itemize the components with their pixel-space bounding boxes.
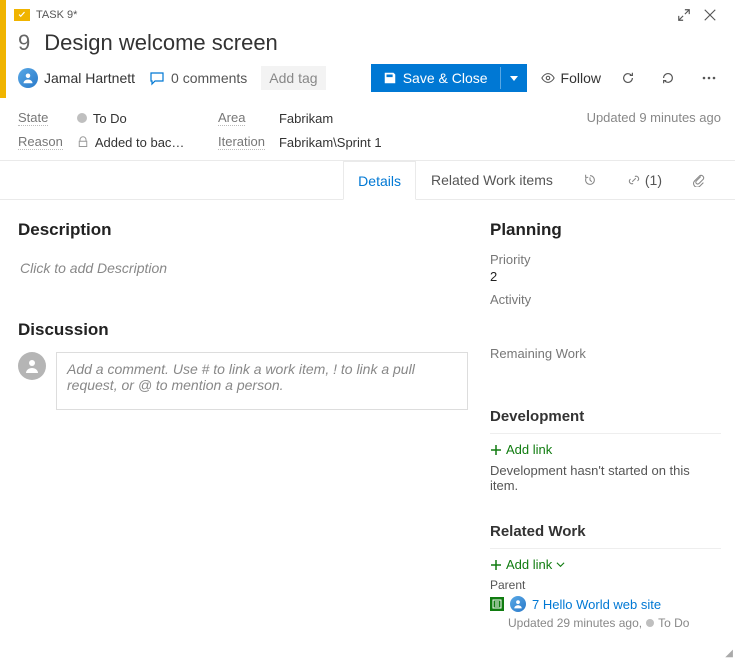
discussion-avatar-icon [18,352,46,380]
iteration-picker[interactable]: Fabrikam\Sprint 1 [279,135,448,150]
divider [490,548,721,549]
priority-label: Priority [490,252,721,267]
assignee-name: Jamal Hartnett [44,70,135,86]
state-picker[interactable]: To Do [77,111,218,126]
state-label: State [18,110,48,126]
chevron-down-icon [509,73,519,83]
link-icon [627,173,641,187]
close-button[interactable] [697,4,723,26]
task-type-label: TASK 9* [36,9,77,21]
comments-count[interactable]: 0 comments [149,70,247,86]
state-dot-icon [646,619,654,627]
expand-button[interactable] [671,4,697,26]
ellipsis-icon [701,70,717,86]
remaining-label: Remaining Work [490,346,721,361]
workitem-title[interactable]: Design welcome screen [44,30,278,56]
add-tag-button[interactable]: Add tag [261,66,325,90]
undo-icon [661,71,675,85]
plus-icon [490,559,502,571]
plus-icon [490,444,502,456]
tab-related[interactable]: Related Work items [416,161,568,199]
tab-attachments[interactable] [677,161,721,199]
remaining-field[interactable] [490,363,721,378]
priority-field[interactable]: 2 [490,269,721,284]
expand-icon [677,8,691,22]
save-close-button[interactable]: Save & Close [371,64,527,92]
tab-links[interactable]: (1) [612,161,677,199]
parent-updated: Updated 29 minutes ago, [508,616,642,630]
avatar-icon [18,68,38,88]
avatar-icon [510,596,526,612]
related-heading: Related Work [490,523,721,540]
accent-bar [0,0,6,98]
development-add-link[interactable]: Add link [490,442,721,457]
more-actions-button[interactable] [695,66,723,90]
pbi-icon [490,597,504,611]
state-dot-icon [77,113,87,123]
refresh-icon [621,71,635,85]
iteration-label: Iteration [218,134,265,150]
reason-picker[interactable]: Added to bac… [77,135,218,150]
development-heading: Development [490,408,721,425]
area-picker[interactable]: Fabrikam [279,111,448,126]
updated-text: Updated 9 minutes ago [587,110,721,150]
area-label: Area [218,110,245,126]
check-icon [17,10,27,20]
tab-details[interactable]: Details [343,161,416,200]
parent-link-row[interactable]: 7 Hello World web site [490,596,721,612]
lock-icon [77,136,89,148]
save-dropdown[interactable] [500,67,527,89]
comment-icon [149,70,165,86]
resize-grip-icon[interactable]: ◢ [725,648,733,659]
workitem-id: 9 [18,30,30,56]
description-heading: Description [18,220,468,240]
related-add-link[interactable]: Add link [490,557,721,572]
refresh-button[interactable] [615,67,641,89]
discussion-input[interactable]: Add a comment. Use # to link a work item… [56,352,468,410]
chevron-down-icon [556,560,565,569]
description-input[interactable]: Click to add Description [18,252,468,296]
reason-label: Reason [18,134,63,150]
activity-label: Activity [490,292,721,307]
tab-history[interactable] [568,161,612,199]
undo-button[interactable] [655,67,681,89]
discussion-heading: Discussion [18,320,468,340]
activity-field[interactable] [490,309,721,324]
divider [490,433,721,434]
attachment-icon [692,173,706,187]
close-icon [703,8,717,22]
eye-icon [541,71,555,85]
save-icon [383,71,397,85]
assignee-picker[interactable]: Jamal Hartnett [18,68,135,88]
development-empty-text: Development hasn't started on this item. [490,463,721,493]
task-type-chip [14,9,30,21]
follow-button[interactable]: Follow [541,70,601,86]
parent-state: To Do [658,616,689,630]
history-icon [583,173,597,187]
planning-heading: Planning [490,220,721,240]
parent-label: Parent [490,578,721,592]
